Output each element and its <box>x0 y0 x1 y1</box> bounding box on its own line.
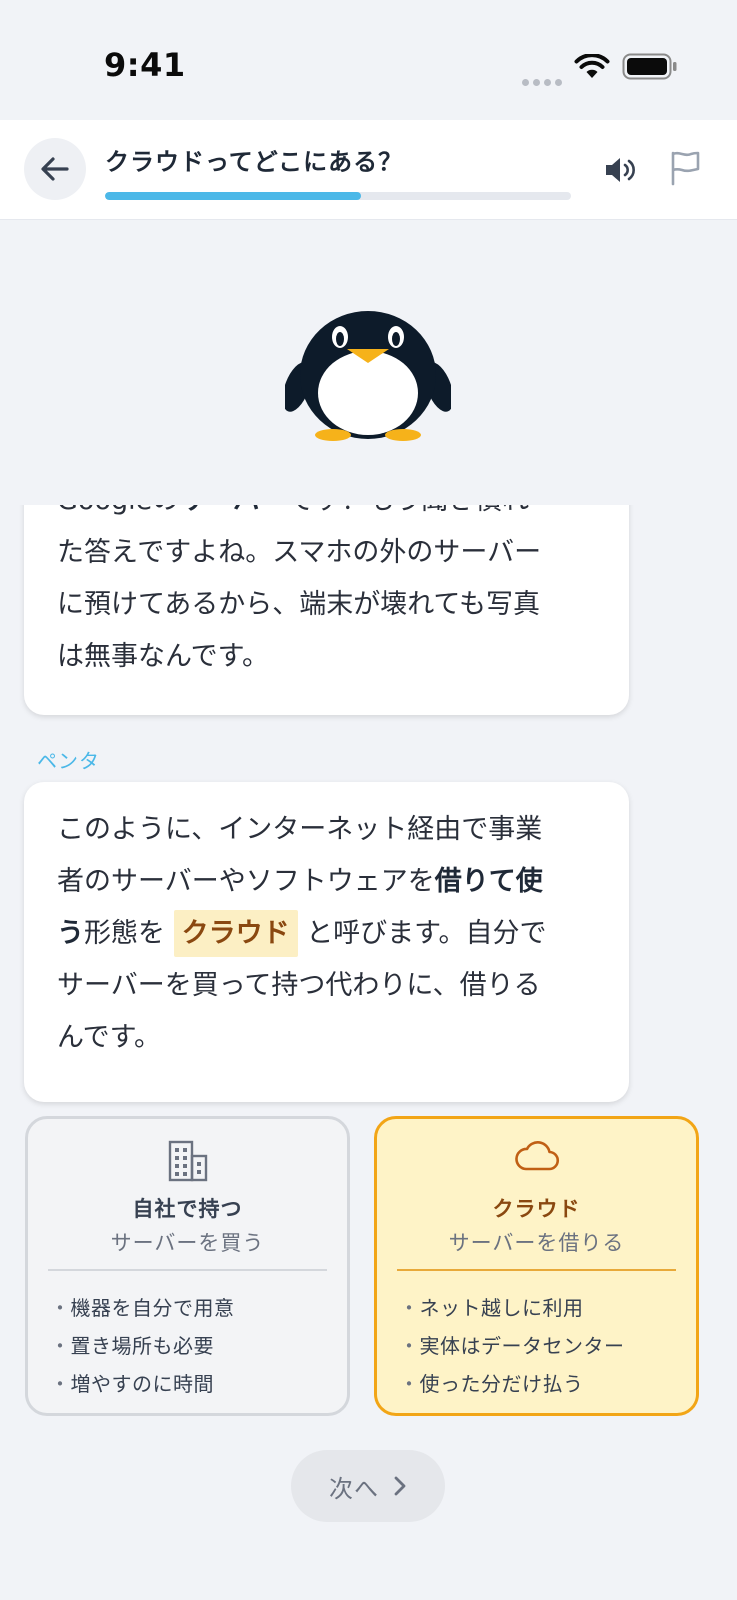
status-time: 9:41 <box>104 46 186 84</box>
building-icon <box>168 1140 207 1182</box>
message-bold-text: サーバー <box>179 505 287 516</box>
message-bold-text: う <box>57 918 84 949</box>
compare-card-cloud: クラウド サーバーを借りる ネット越しに利用 実体はデータセンター 使った分だけ… <box>374 1116 699 1416</box>
flag-icon[interactable] <box>664 148 704 188</box>
arrow-left-icon <box>41 157 69 181</box>
card-point-list: ネット越しに利用 実体はデータセンター 使った分だけ払う <box>399 1289 625 1403</box>
message-line: た答えですよね。スマホの外のサーバー <box>57 537 542 568</box>
card-divider <box>397 1269 676 1271</box>
message-line: は無事なんです。 <box>57 641 269 672</box>
card-divider <box>48 1269 327 1271</box>
card-point: 機器を自分で用意 <box>50 1289 235 1327</box>
wifi-icon <box>574 54 610 78</box>
chevron-right-icon <box>394 1476 406 1496</box>
message-line: サーバーを買って持つ代わりに、借りる <box>57 970 541 1001</box>
message-text: Google <box>57 505 152 516</box>
card-point: 置き場所も必要 <box>50 1327 235 1365</box>
message-line: 者のサーバーやソフトウェアを借りて使 <box>57 856 596 908</box>
message-line: んです。 <box>57 1022 161 1053</box>
card-point: 増やすのに時間 <box>50 1365 235 1403</box>
battery-icon <box>622 53 677 80</box>
card-title: 自社で持つ <box>132 1197 243 1221</box>
chat-area: Googleのサーバーです！もう聞き慣れ た答えですよね。スマホの外のサーバー … <box>0 505 737 1600</box>
card-point: ネット越しに利用 <box>399 1289 625 1327</box>
message-text: です！もう聞き慣れ <box>287 505 529 516</box>
message-text: と呼びます。自分で <box>306 918 547 949</box>
lesson-progress-bar <box>105 192 571 200</box>
message-text: 者のサーバーやソフトウェアを <box>57 866 435 897</box>
card-point: 使った分だけ払う <box>399 1365 625 1403</box>
message-text: 形態を <box>84 918 165 949</box>
card-subtitle: サーバーを借りる <box>448 1231 625 1255</box>
status-bar: 9:41 <box>0 0 737 120</box>
lesson-header: クラウドってどこにある？ <box>0 120 737 220</box>
chat-bubble-previous: Googleのサーバーです！もう聞き慣れ た答えですよね。スマホの外のサーバー … <box>24 505 629 715</box>
next-button-label: 次へ <box>329 1474 379 1503</box>
card-title: クラウド <box>492 1197 581 1221</box>
card-point: 実体はデータセンター <box>399 1327 625 1365</box>
penguin-mascot-icon <box>285 311 451 441</box>
lesson-title: クラウドってどこにある？ <box>105 148 404 176</box>
speaker-name: ペンタ <box>37 749 100 773</box>
next-button[interactable]: 次へ <box>291 1450 445 1522</box>
chat-bubble-current: このように、インターネット経由で事業 者のサーバーやソフトウェアを借りて使 う形… <box>24 782 629 1102</box>
message-bold-text: 借りて使 <box>434 866 543 897</box>
compare-card-self-owned: 自社で持つ サーバーを買う 機器を自分で用意 置き場所も必要 増やすのに時間 <box>25 1116 350 1416</box>
progress-fill <box>105 192 362 200</box>
term-highlight[interactable]: クラウド <box>173 910 298 957</box>
card-point-list: 機器を自分で用意 置き場所も必要 増やすのに時間 <box>50 1289 235 1403</box>
message-text: の <box>152 505 179 516</box>
message-line: このように、インターネット経由で事業 <box>57 814 543 845</box>
card-subtitle: サーバーを買う <box>110 1231 265 1255</box>
speaker-icon[interactable] <box>600 150 640 190</box>
back-button[interactable] <box>24 138 86 200</box>
message-line: う形態を クラウド と呼びます。自分で <box>57 908 596 960</box>
message-line: に預けてあるから、端末が壊れても写真 <box>57 589 541 620</box>
cloud-icon <box>514 1141 559 1171</box>
message-line: Googleのサーバーです！もう聞き慣れ <box>57 505 596 527</box>
signal-dots-icon <box>522 71 566 90</box>
